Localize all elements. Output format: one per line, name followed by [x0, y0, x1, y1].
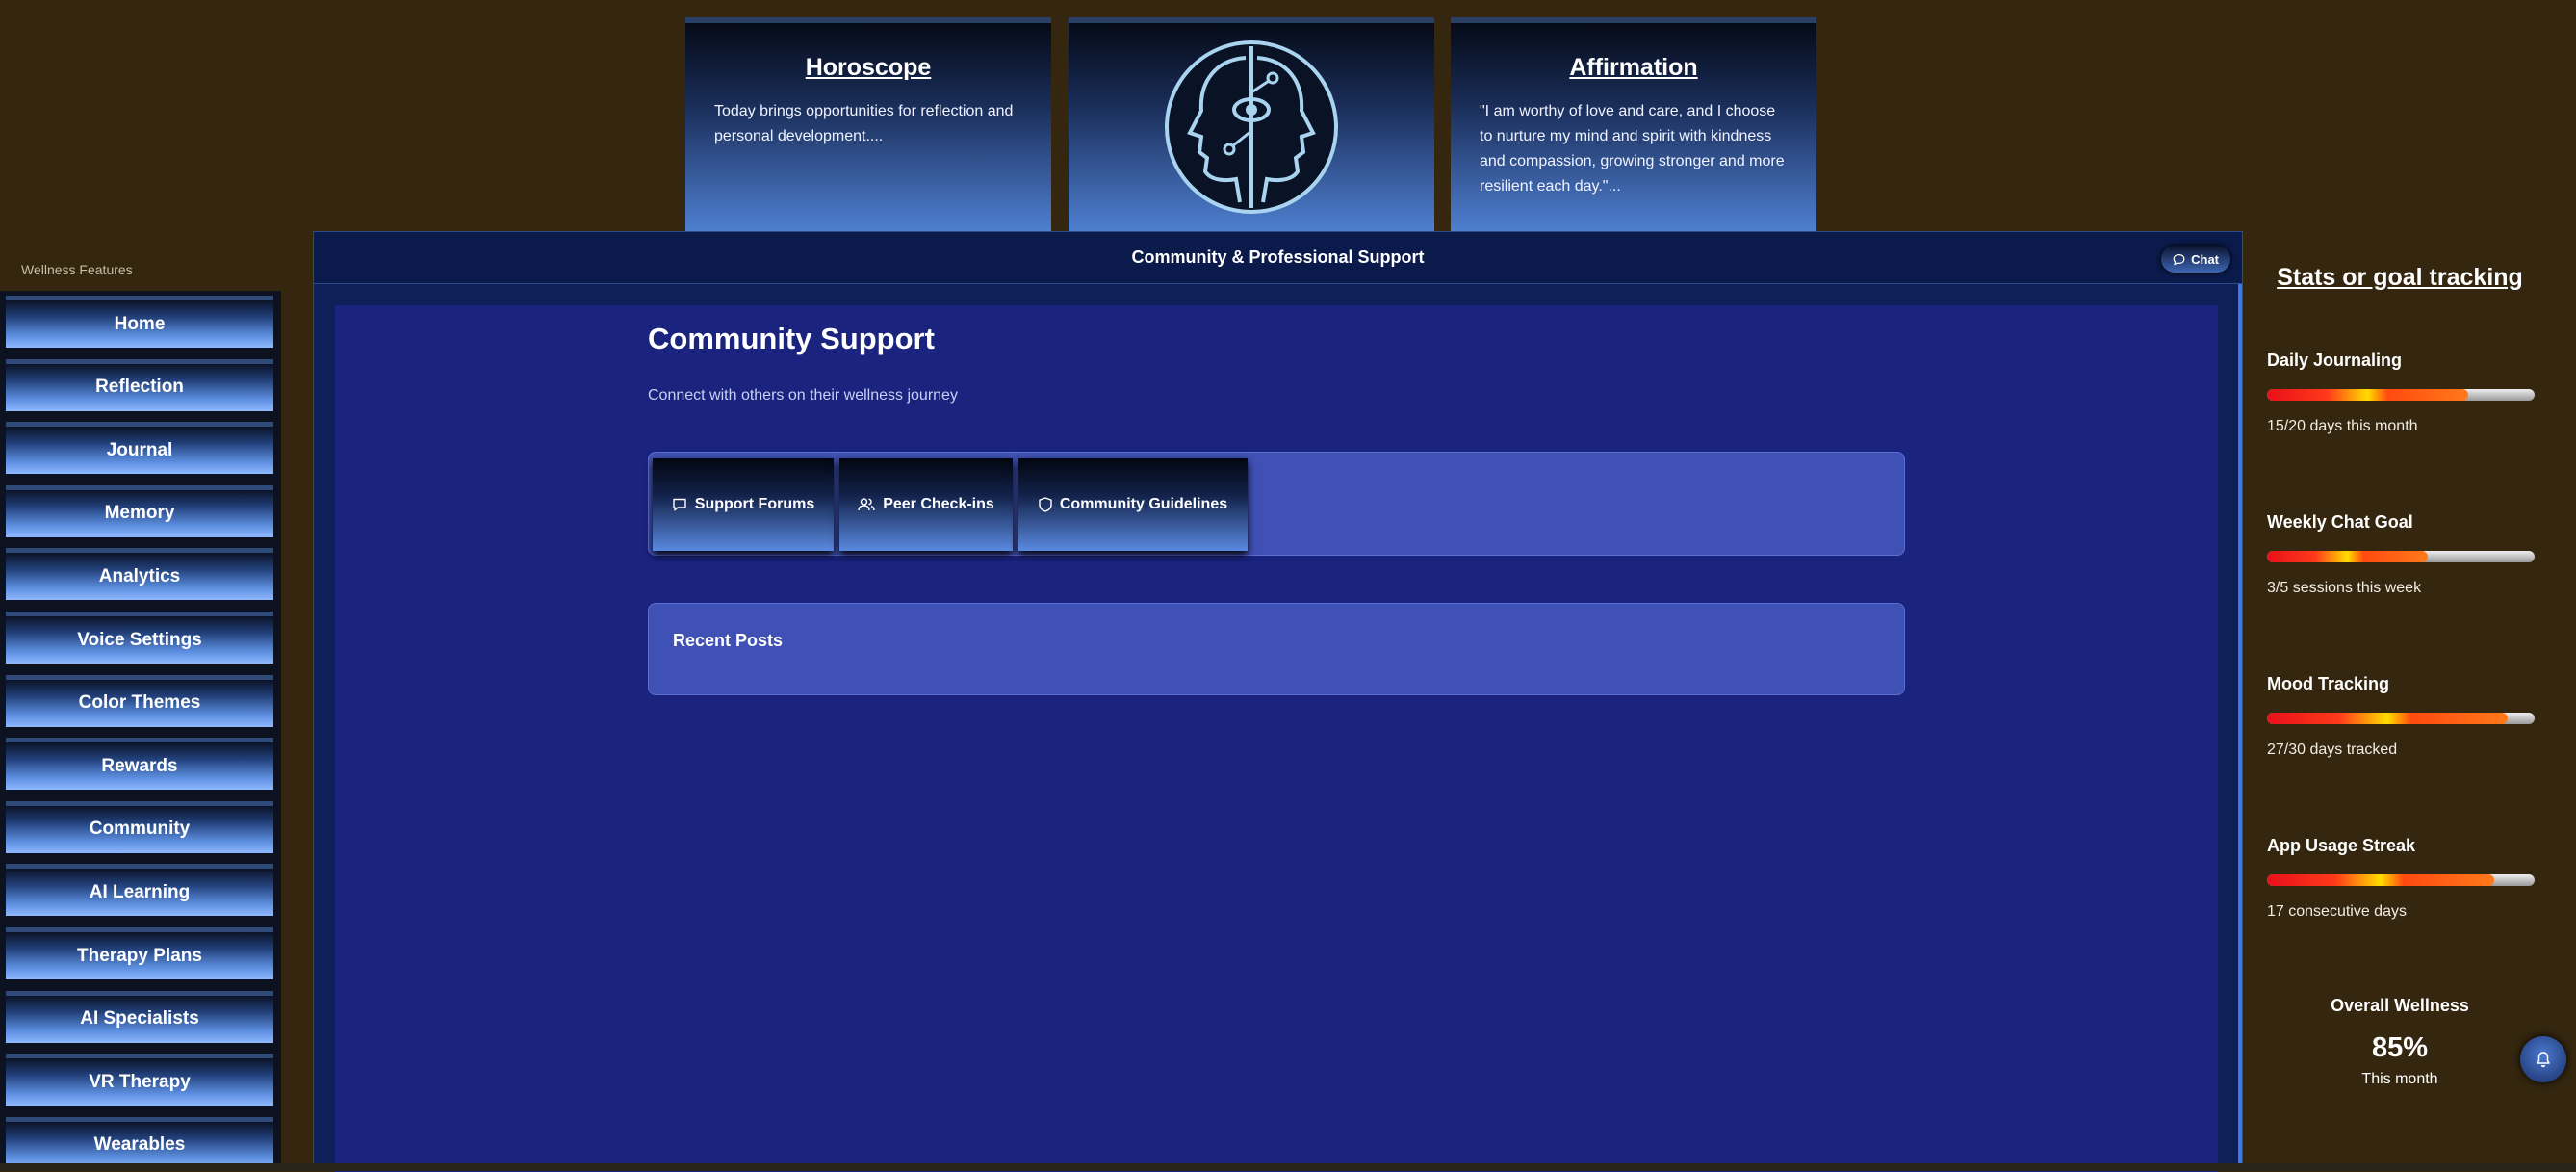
stat-detail: 15/20 days this month — [2267, 418, 2418, 434]
sidebar-title: Wellness Features — [21, 262, 133, 277]
overall-wellness-label: Overall Wellness — [2331, 996, 2469, 1015]
stat-progress-bar — [2267, 874, 2535, 886]
stat-progress-fill — [2267, 389, 2468, 401]
notifications-button[interactable] — [2520, 1036, 2566, 1082]
panel-body — [335, 305, 2218, 1172]
overall-wellness-period: This month — [2361, 1071, 2438, 1087]
shield-icon — [1039, 497, 1052, 512]
panel-header-title: Community & Professional Support — [1131, 247, 1425, 267]
sidebar-item-ai-specialists[interactable]: AI Specialists — [6, 990, 273, 1043]
bell-icon — [2537, 1052, 2550, 1068]
stat-progress-bar — [2267, 389, 2535, 401]
page-title: Community Support — [648, 322, 935, 355]
affirmation-text: "I am worthy of love and care, and I cho… — [1480, 103, 1785, 195]
sidebar-item-journal[interactable]: Journal — [6, 422, 273, 475]
affirmation-card[interactable]: Affirmation "I am worthy of love and car… — [1451, 17, 1816, 231]
sidebar-item-therapy-plans[interactable]: Therapy Plans — [6, 927, 273, 979]
stat-progress-fill — [2267, 713, 2509, 724]
community-support-panel: Community & Professional Support Chat — [313, 231, 2243, 1172]
horoscope-card[interactable]: Horoscope Today brings opportunities for… — [685, 17, 1051, 231]
chat-bubble-icon — [2173, 253, 2185, 265]
stat-progress-fill — [2267, 551, 2428, 562]
stat-detail: 27/30 days tracked — [2267, 742, 2398, 758]
sidebar-item-rewards[interactable]: Rewards — [6, 738, 273, 791]
tab-community-guidelines[interactable]: Community Guidelines — [1018, 458, 1248, 551]
users-icon — [858, 498, 875, 511]
sidebar: Home Reflection Journal Memory Analytics Voic… — [0, 291, 281, 1171]
stats-title: Stats or goal tracking — [2277, 264, 2523, 291]
stat-label: Mood Tracking — [2267, 674, 2390, 693]
two-faces-eye-logo-icon — [1165, 40, 1338, 214]
horoscope-title: Horoscope — [805, 54, 932, 81]
bottom-edge — [0, 1163, 2576, 1171]
sidebar-item-reflection[interactable]: Reflection — [6, 358, 273, 411]
recent-posts-title: Recent Posts — [673, 631, 784, 650]
stat-detail: 3/5 sessions this week — [2267, 580, 2422, 596]
sidebar-item-vr-therapy[interactable]: VR Therapy — [6, 1054, 273, 1107]
stat-label: App Usage Streak — [2267, 836, 2416, 855]
page-subtitle: Connect with others on their wellness jo… — [648, 387, 958, 404]
support-tabs: Support Forums Peer Check-ins Community … — [648, 452, 1905, 556]
logo-card — [1069, 17, 1434, 231]
tab-support-forums[interactable]: Support Forums — [653, 458, 834, 551]
sidebar-item-color-themes[interactable]: Color Themes — [6, 674, 273, 727]
overall-wellness-value: 85% — [2371, 1032, 2429, 1063]
tab-peer-check-ins[interactable]: Peer Check-ins — [839, 458, 1013, 551]
recent-posts-card: Recent Posts — [648, 603, 1905, 695]
sidebar-item-community[interactable]: Community — [6, 800, 273, 853]
tab-peer-check-ins-label: Peer Check-ins — [883, 496, 994, 512]
sidebar-item-memory[interactable]: Memory — [6, 484, 273, 537]
stat-progress-bar — [2267, 551, 2535, 562]
panel-header: Community & Professional Support Chat — [314, 232, 2242, 284]
sidebar-item-analytics[interactable]: Analytics — [6, 548, 273, 601]
chat-button[interactable]: Chat — [2161, 246, 2230, 273]
panel-scrollbar[interactable] — [2238, 284, 2242, 1170]
stat-detail: 17 consecutive days — [2267, 903, 2407, 920]
sidebar-item-ai-learning[interactable]: AI Learning — [6, 864, 273, 917]
tab-support-forums-label: Support Forums — [694, 496, 815, 512]
chat-button-label: Chat — [2191, 251, 2219, 267]
sidebar-item-wearables[interactable]: Wearables — [6, 1116, 273, 1169]
stat-progress-bar — [2267, 713, 2535, 724]
horoscope-text: Today brings opportunities for reflectio… — [714, 103, 1014, 144]
stat-label: Daily Journaling — [2267, 351, 2403, 370]
message-square-icon — [673, 498, 686, 511]
sidebar-item-home[interactable]: Home — [6, 296, 273, 348]
sidebar-item-voice-settings[interactable]: Voice Settings — [6, 612, 273, 664]
affirmation-title: Affirmation — [1569, 54, 1698, 81]
stat-progress-fill — [2267, 874, 2495, 886]
stat-label: Weekly Chat Goal — [2267, 512, 2413, 532]
tab-community-guidelines-label: Community Guidelines — [1059, 496, 1228, 512]
